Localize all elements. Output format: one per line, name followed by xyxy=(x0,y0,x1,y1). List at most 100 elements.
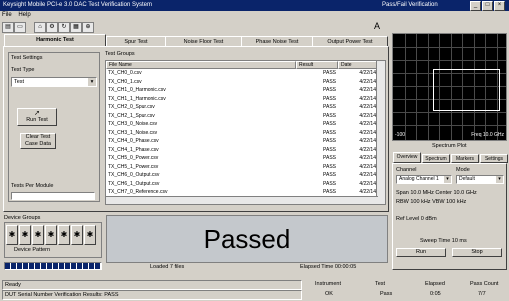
table-row[interactable]: TX_CH5_1_Power.csv PASS 4/22/14 xyxy=(106,164,378,171)
channel-select[interactable]: Analog Channel 1 ▾ xyxy=(396,175,452,184)
right-tab[interactable]: Settings xyxy=(480,154,508,163)
result-cell: PASS xyxy=(323,138,336,144)
table-row[interactable]: TX_CH4_1_Phase.csv PASS 4/22/14 xyxy=(106,147,378,154)
result-cell: PASS xyxy=(323,104,336,110)
right-tab[interactable]: Spectrum xyxy=(422,154,450,163)
test-type-select[interactable]: Test ▾ xyxy=(11,77,97,87)
file-name-cell: TX_CH0_0.csv xyxy=(108,70,142,76)
new-icon[interactable]: ▤ xyxy=(2,22,14,33)
header-file-name[interactable]: File Name xyxy=(106,61,296,69)
file-name-cell: TX_CH1_0_Harmonic.csv xyxy=(108,87,166,93)
table-row[interactable]: TX_CH0_1.csv PASS 4/22/14 xyxy=(106,79,378,86)
device-icon[interactable]: ✱ xyxy=(71,225,83,245)
chevron-down-icon[interactable]: ▾ xyxy=(444,176,451,183)
table-row[interactable]: TX_CH2_0_Spur.csv PASS 4/22/14 xyxy=(106,104,378,111)
date-cell: 4/22/14 xyxy=(359,163,376,170)
open-icon[interactable]: ▭ xyxy=(14,22,26,33)
grid-line xyxy=(393,112,506,113)
loaded-status: Loaded 7 files xyxy=(150,264,185,270)
result-cell: PASS xyxy=(323,189,336,195)
plot-caption: Spectrum Plot xyxy=(432,143,467,149)
info-icon[interactable]: A xyxy=(372,22,382,31)
rbw-info: RBW 100 kHz VBW 100 kHz xyxy=(396,199,467,205)
window-title: Keysight Mobile PCI-e 3.0 DAC Test Verif… xyxy=(3,2,152,8)
result-cell: PASS xyxy=(323,112,336,119)
run-icon[interactable]: ⚙ xyxy=(46,22,58,33)
refresh-icon[interactable]: ↻ xyxy=(58,22,70,33)
menu-file[interactable]: File xyxy=(2,12,12,18)
table-row[interactable]: TX_CH1_0_Harmonic.csv PASS 4/22/14 xyxy=(106,87,378,94)
table-row[interactable]: TX_CH0_0.csv PASS 4/22/14 xyxy=(106,70,378,77)
file-name-cell: TX_CH1_1_Harmonic.csv xyxy=(108,95,166,102)
table-row[interactable]: TX_CH7_0_Reference.csv PASS 4/22/14 xyxy=(106,189,378,196)
right-tab[interactable]: Markers xyxy=(451,154,479,163)
horizontal-scrollbar[interactable] xyxy=(106,196,378,204)
result-cell: PASS xyxy=(323,163,336,170)
grid-icon[interactable]: ▦ xyxy=(70,22,82,33)
test-type-value: Test xyxy=(14,79,25,85)
close-button[interactable]: × xyxy=(494,1,505,11)
chevron-down-icon[interactable]: ▾ xyxy=(496,176,503,183)
mode-select[interactable]: Default ▾ xyxy=(456,175,504,184)
save-icon[interactable]: ⌂ xyxy=(34,22,46,33)
status-pass-count-value: 7/7 xyxy=(478,291,486,297)
device-icon[interactable]: ✱ xyxy=(32,225,44,245)
date-cell: 4/22/14 xyxy=(359,104,376,110)
table-row[interactable]: TX_CH4_0_Phase.csv PASS 4/22/14 xyxy=(106,138,378,145)
file-name-cell: TX_CH4_0_Phase.csv xyxy=(108,138,159,144)
tests-per-module-input[interactable] xyxy=(11,192,95,200)
table-row[interactable]: TX_CH6_1_Output.csv PASS 4/22/14 xyxy=(106,181,378,188)
span-info: Span 10.0 MHz Center 10.0 GHz xyxy=(396,190,477,196)
result-banner: Passed xyxy=(106,215,388,263)
file-name-cell: TX_CH3_0_Noise.csv xyxy=(108,121,158,127)
vertical-scrollbar[interactable] xyxy=(376,61,385,204)
stop-button[interactable]: Stop xyxy=(452,248,502,257)
table-row[interactable]: TX_CH3_0_Noise.csv PASS 4/22/14 xyxy=(106,121,378,128)
file-name-cell: TX_CH7_0_Reference.csv xyxy=(108,189,168,195)
result-cell: PASS xyxy=(323,87,336,93)
status-pass-count-label: Pass Count xyxy=(470,281,499,287)
minimize-button[interactable]: _ xyxy=(470,1,481,11)
title-bar: Keysight Mobile PCI-e 3.0 DAC Test Verif… xyxy=(0,0,509,11)
device-groups-label: Device Groups xyxy=(4,215,41,221)
mode-label: Mode xyxy=(456,167,470,173)
mode-value: Default xyxy=(459,176,475,182)
run-test-button[interactable]: ➚ Run Test xyxy=(17,108,57,126)
file-list-label: Test Groups xyxy=(105,51,135,57)
clear-test-button[interactable]: Clear Test Case Data xyxy=(20,133,56,149)
menu-help[interactable]: Help xyxy=(18,12,30,18)
device-icon[interactable]: ✱ xyxy=(58,225,70,245)
status-elapsed-value: 0:05 xyxy=(430,291,441,297)
table-row[interactable]: TX_CH5_0_Power.csv PASS 4/22/14 xyxy=(106,155,378,162)
device-icon[interactable]: ✱ xyxy=(45,225,57,245)
table-row[interactable]: TX_CH3_1_Noise.csv PASS 4/22/14 xyxy=(106,130,378,137)
result-cell: PASS xyxy=(323,121,336,127)
header-date[interactable]: Date xyxy=(338,61,378,69)
tests-per-module-label: Tests Per Module xyxy=(11,183,54,189)
device-icon[interactable]: ✱ xyxy=(84,225,96,245)
file-name-cell: TX_CH6_1_Output.csv xyxy=(108,180,160,187)
table-row[interactable]: TX_CH6_0_Output.csv PASS 4/22/14 xyxy=(106,172,378,179)
zoom-icon[interactable]: ⊕ xyxy=(82,22,94,33)
spectrum-plot: -100 Freq 10.0 GHz xyxy=(392,33,507,141)
result-cell: PASS xyxy=(323,78,336,85)
header-result[interactable]: Result xyxy=(296,61,338,69)
table-row[interactable]: TX_CH1_1_Harmonic.csv PASS 4/22/14 xyxy=(106,96,378,103)
result-cell: PASS xyxy=(323,95,336,102)
right-tab[interactable]: Overview xyxy=(393,152,421,163)
file-name-cell: TX_CH3_1_Noise.csv xyxy=(108,129,158,136)
result-cell: PASS xyxy=(323,146,336,153)
device-icon[interactable]: ✱ xyxy=(19,225,31,245)
run-button[interactable]: Run xyxy=(396,248,446,257)
file-name-cell: TX_CH5_1_Power.csv xyxy=(108,163,159,170)
device-pattern-label: Device Pattern xyxy=(14,247,51,253)
table-row[interactable]: TX_CH2_1_Spur.csv PASS 4/22/14 xyxy=(106,113,378,120)
settings-group xyxy=(8,52,100,202)
maximize-button[interactable]: □ xyxy=(482,1,493,11)
status-bar: Ready DUT Serial Number Verification Res… xyxy=(0,279,509,301)
progress-fill xyxy=(5,263,101,269)
grid-line xyxy=(393,47,506,48)
date-cell: 4/22/14 xyxy=(359,138,376,144)
chevron-down-icon[interactable]: ▾ xyxy=(88,78,96,86)
device-icon[interactable]: ✱ xyxy=(6,225,18,245)
